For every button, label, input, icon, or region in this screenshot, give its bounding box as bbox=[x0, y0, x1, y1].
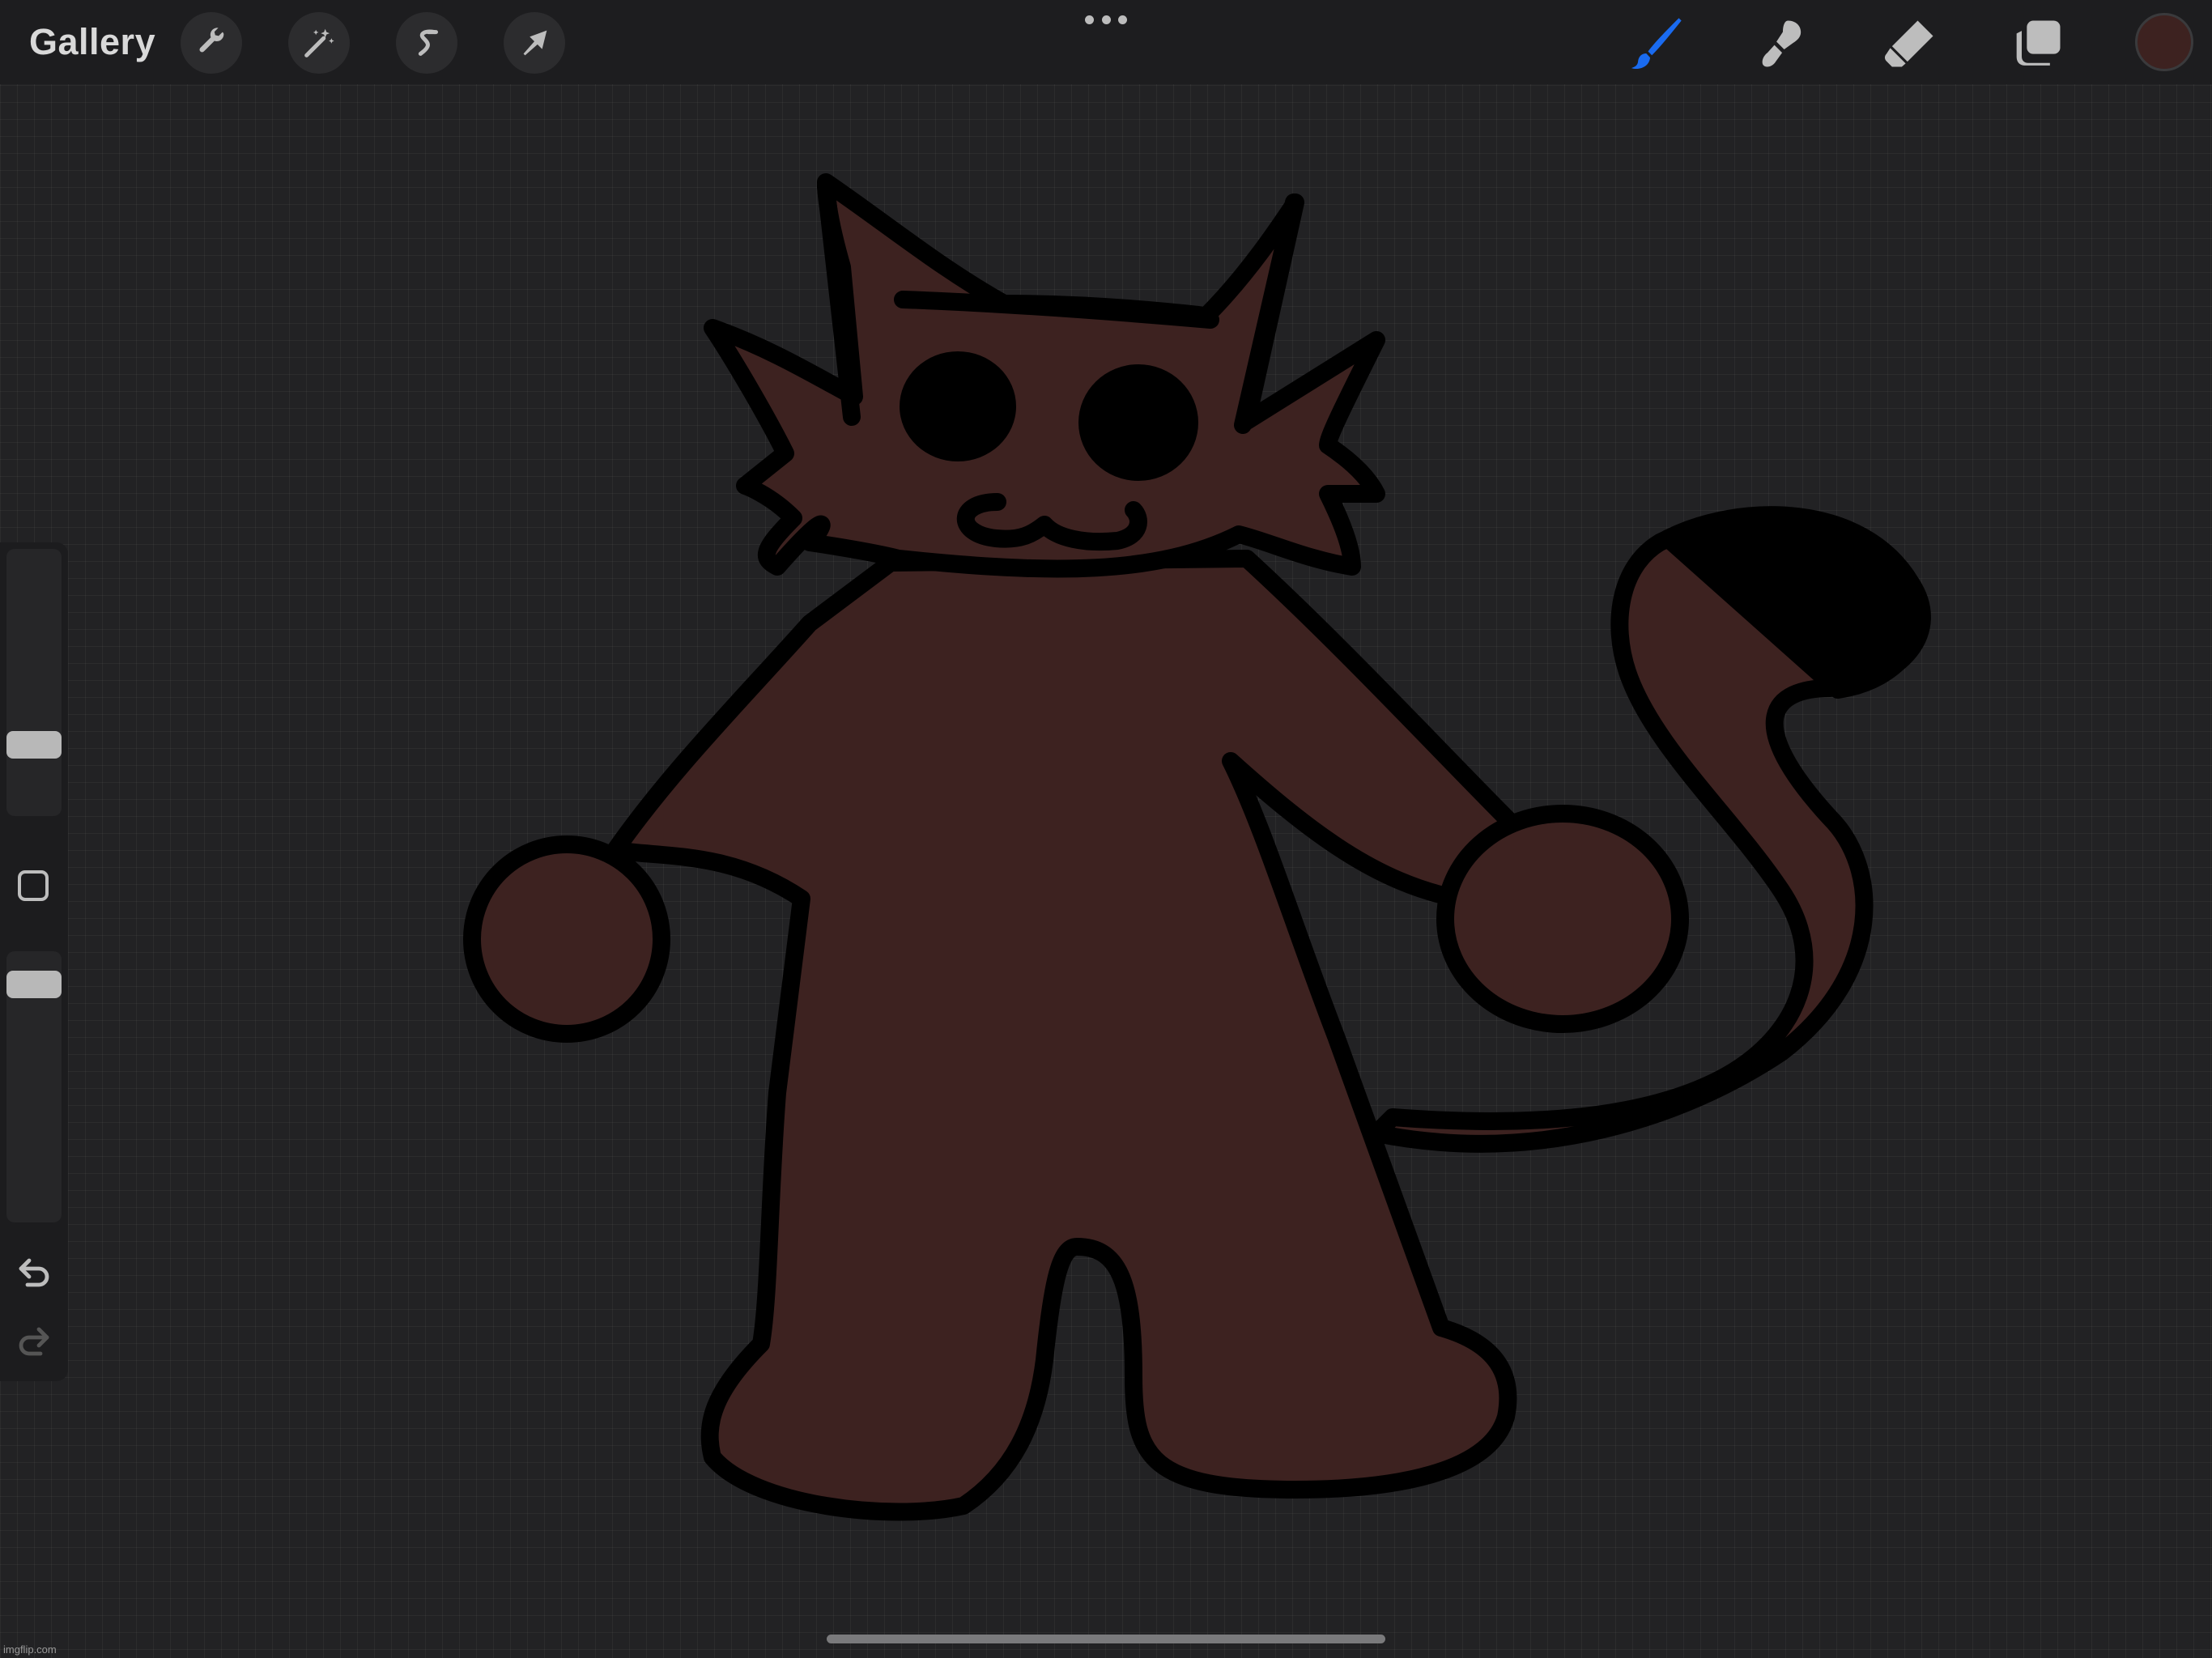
more-dots-icon[interactable] bbox=[1085, 10, 1127, 29]
brush-size-slider[interactable] bbox=[6, 549, 62, 816]
wrench-icon bbox=[199, 28, 224, 53]
arrow-cursor-icon bbox=[523, 30, 547, 56]
cat-left-paw bbox=[463, 835, 670, 1043]
color-picker-button[interactable] bbox=[2135, 13, 2193, 71]
smudge-icon bbox=[1762, 20, 1802, 67]
home-indicator[interactable] bbox=[827, 1635, 1385, 1643]
procreate-screen: Gallery imgflip.com bbox=[0, 0, 2212, 1658]
selection-s-icon bbox=[418, 29, 438, 56]
eraser-tool-button[interactable] bbox=[1876, 10, 1944, 78]
layers-tool-button[interactable] bbox=[2003, 10, 2071, 78]
cat-right-paw bbox=[1436, 805, 1689, 1033]
brush-tool-button[interactable] bbox=[1622, 10, 1690, 78]
adjustments-button[interactable] bbox=[288, 12, 350, 74]
selection-button[interactable] bbox=[396, 12, 457, 74]
transform-button[interactable] bbox=[504, 12, 565, 74]
actions-button[interactable] bbox=[181, 12, 242, 74]
cat-drawing bbox=[463, 173, 1931, 1521]
redo-icon[interactable] bbox=[15, 1321, 53, 1360]
watermark: imgflip.com bbox=[3, 1643, 57, 1656]
brush-size-slider-thumb[interactable] bbox=[6, 730, 62, 759]
layers-icon bbox=[2016, 20, 2061, 66]
smudge-tool-button[interactable] bbox=[1749, 10, 1817, 78]
cat-left-eye bbox=[900, 351, 1016, 461]
left-sidebar bbox=[0, 542, 68, 1381]
opacity-slider-thumb[interactable] bbox=[6, 971, 62, 999]
magic-wand-icon bbox=[304, 28, 334, 57]
cat-body bbox=[606, 550, 1523, 1521]
modify-square-icon[interactable] bbox=[18, 870, 49, 901]
gallery-button[interactable]: Gallery bbox=[29, 21, 155, 63]
drawing-canvas[interactable] bbox=[0, 0, 2212, 1658]
brush-icon bbox=[1631, 18, 1682, 70]
eraser-icon bbox=[1884, 20, 1933, 67]
cat-right-eye bbox=[1078, 364, 1198, 481]
undo-icon[interactable] bbox=[15, 1252, 53, 1291]
